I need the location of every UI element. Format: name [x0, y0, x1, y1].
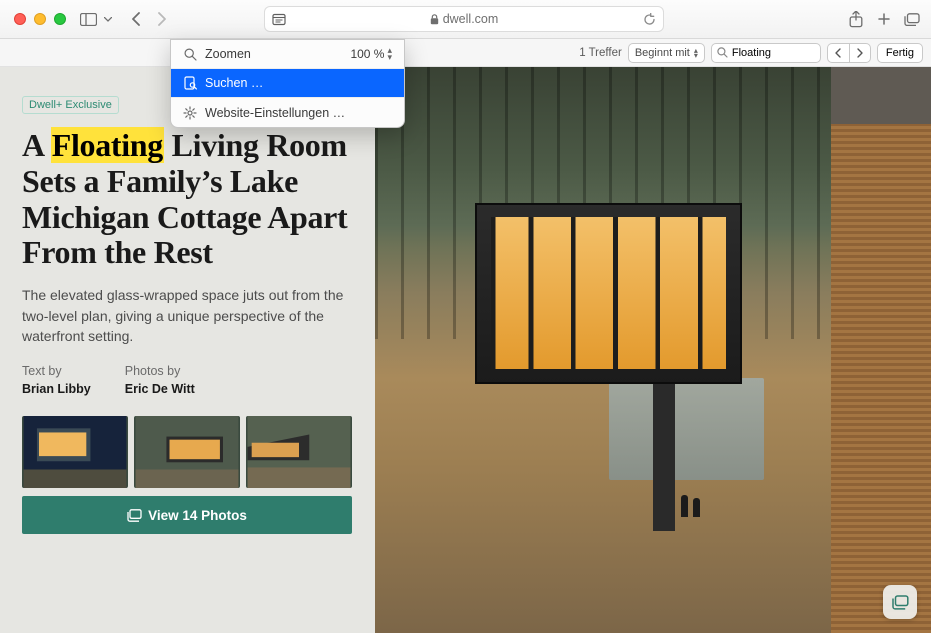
article-byline: Text by Brian Libby Photos by Eric De Wi… [22, 364, 355, 396]
open-gallery-button[interactable] [883, 585, 917, 619]
share-button[interactable] [844, 7, 868, 31]
find-bar: 1 Treffer Beginnt mit ▴▾ ✕ Fertig [0, 39, 931, 67]
byline-text-author[interactable]: Brian Libby [22, 382, 91, 396]
sidebar-menu-chevron[interactable] [102, 7, 114, 31]
find-highlight: Floating [51, 127, 164, 163]
lock-icon [430, 14, 439, 25]
sidebar-toggle-button[interactable] [76, 7, 100, 31]
find-prev-button[interactable] [827, 43, 849, 63]
address-bar[interactable]: dwell.com [264, 6, 664, 32]
menu-item-zoom[interactable]: Zoomen 100 % ▴▾ [171, 40, 404, 69]
find-done-button[interactable]: Fertig [877, 43, 923, 63]
view-all-photos-label: View 14 Photos [148, 508, 247, 523]
reload-button[interactable] [643, 13, 656, 26]
find-nav [827, 43, 871, 63]
gear-icon [183, 106, 197, 120]
new-tab-button[interactable] [872, 7, 896, 31]
menu-item-settings-label: Website-Einstellungen … [205, 106, 345, 120]
magnifier-icon [183, 48, 197, 61]
zoom-value: 100 % ▴▾ [350, 47, 392, 61]
browser-toolbar: dwell.com [0, 0, 931, 39]
view-all-photos-button[interactable]: View 14 Photos [22, 496, 352, 534]
article-headline: A Floating Living Room Sets a Family’s L… [22, 128, 355, 271]
article-sidebar: Dwell+ Exclusive A Floating Living Room … [0, 67, 375, 633]
find-field[interactable]: ✕ [711, 43, 821, 63]
byline-photo-author[interactable]: Eric De Witt [125, 382, 195, 396]
article-dek: The elevated glass-wrapped space juts ou… [22, 285, 355, 346]
find-next-button[interactable] [849, 43, 871, 63]
chevron-updown-icon: ▴▾ [694, 48, 698, 58]
menu-item-zoom-label: Zoomen [205, 47, 251, 61]
forward-button[interactable] [150, 7, 174, 31]
back-button[interactable] [124, 7, 148, 31]
maximize-window-button[interactable] [54, 13, 66, 25]
page-settings-menu: Zoomen 100 % ▴▾ Suchen … Website-Einstel… [170, 39, 405, 128]
close-window-button[interactable] [14, 13, 26, 25]
window-controls [14, 13, 66, 25]
search-icon [717, 47, 728, 58]
menu-item-website-settings[interactable]: Website-Einstellungen … [171, 98, 404, 127]
thumbnail[interactable] [134, 416, 240, 488]
stepper-icon[interactable]: ▴▾ [387, 47, 392, 61]
page-settings-icon[interactable] [272, 13, 286, 26]
menu-item-search[interactable]: Suchen … [171, 69, 404, 98]
thumbnail[interactable] [22, 416, 128, 488]
photo-thumbnails [22, 416, 355, 488]
find-mode-label: Beginnt mit [635, 47, 690, 59]
kicker-badge[interactable]: Dwell+ Exclusive [22, 96, 119, 114]
byline-text-label: Text by [22, 364, 91, 378]
byline-photo-label: Photos by [125, 364, 195, 378]
web-content: Dwell+ Exclusive A Floating Living Room … [0, 67, 931, 633]
minimize-window-button[interactable] [34, 13, 46, 25]
address-bar-host: dwell.com [443, 12, 499, 26]
find-on-page-icon [183, 76, 197, 90]
find-result-count: 1 Treffer [579, 47, 622, 59]
gallery-icon [127, 509, 142, 522]
find-mode-dropdown[interactable]: Beginnt mit ▴▾ [628, 43, 705, 63]
hero-image[interactable] [375, 67, 931, 633]
tab-overview-button[interactable] [900, 7, 924, 31]
menu-item-search-label: Suchen … [205, 76, 263, 90]
thumbnail[interactable] [246, 416, 352, 488]
